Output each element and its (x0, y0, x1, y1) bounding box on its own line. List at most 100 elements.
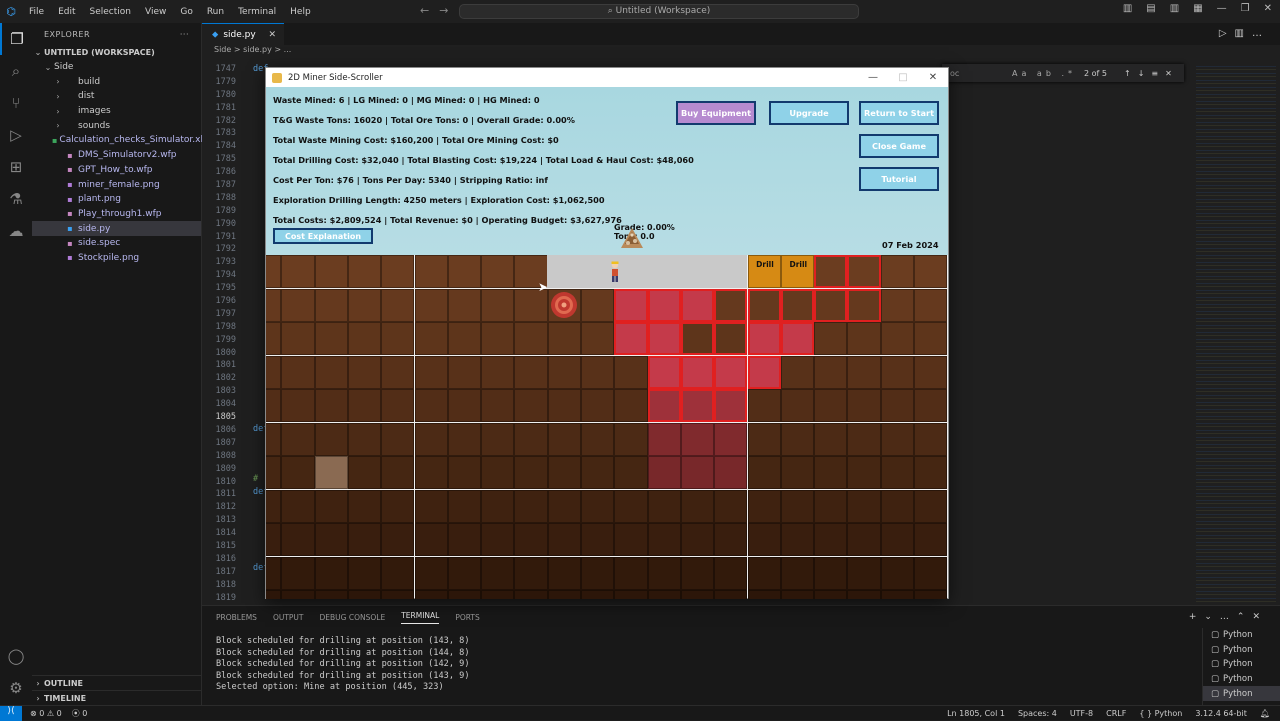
mine-block[interactable] (914, 322, 948, 356)
panel-tab[interactable]: TERMINAL (401, 611, 440, 624)
mine-block[interactable] (447, 523, 482, 557)
mine-block[interactable] (914, 456, 948, 490)
toggle-panel-icon[interactable]: ▤ (1146, 3, 1155, 14)
mine-block[interactable] (581, 590, 615, 599)
mine-block[interactable] (814, 590, 848, 599)
mine-block[interactable] (680, 523, 715, 557)
mine-block[interactable] (447, 590, 482, 599)
run-debug-icon[interactable]: ▷ (0, 119, 32, 151)
mine-block[interactable] (880, 456, 914, 490)
find-navigation[interactable]: ↑↓≡✕ (1124, 69, 1179, 78)
explorer-file[interactable]: ▪ GPT_How_to.wfp (32, 163, 201, 178)
mine-block[interactable] (547, 422, 581, 456)
mine-block[interactable] (581, 556, 615, 590)
drill-block[interactable]: Drill (780, 255, 815, 289)
explorer-file[interactable]: ▪ DMS_Simulatorv2.wfp (32, 148, 201, 163)
mine-block[interactable] (414, 456, 448, 490)
mine-block[interactable] (614, 389, 648, 423)
scheduled-block[interactable] (814, 255, 848, 289)
mine-block[interactable] (581, 288, 615, 322)
close-tab-icon[interactable]: ✕ (268, 30, 276, 40)
mine-block[interactable] (514, 456, 548, 490)
scheduled-block[interactable] (714, 322, 748, 356)
mine-block[interactable] (314, 355, 348, 389)
mine-block[interactable] (381, 389, 415, 423)
mine-block[interactable] (481, 389, 515, 423)
mine-block[interactable] (780, 355, 815, 389)
return-to-start-button[interactable]: Return to Start (859, 101, 939, 125)
mine-block[interactable] (680, 590, 715, 599)
find-input[interactable]: oc (942, 69, 1012, 78)
mine-block[interactable] (847, 456, 881, 490)
mine-block[interactable] (780, 422, 815, 456)
mine-block[interactable] (347, 556, 382, 590)
mine-block[interactable] (314, 389, 348, 423)
explorer-folder[interactable]: › images (32, 104, 201, 119)
mine-block[interactable] (614, 489, 648, 523)
mine-block[interactable] (281, 422, 315, 456)
minimize-icon[interactable]: — (1217, 3, 1227, 14)
mine-block[interactable] (547, 556, 581, 590)
terminal-instance[interactable]: ▢ Python (1203, 686, 1280, 701)
mine-block[interactable] (747, 422, 781, 456)
mine-block[interactable] (481, 322, 515, 356)
mine-block[interactable] (780, 389, 815, 423)
scheduled-block[interactable] (714, 422, 748, 456)
explorer-file[interactable]: ▪ Calculation_checks_Simulator.xlsx (32, 133, 213, 148)
mine-block[interactable] (780, 523, 815, 557)
mine-block[interactable] (814, 489, 848, 523)
nav-arrows[interactable]: ←→ (420, 4, 458, 17)
mine-block[interactable] (481, 556, 515, 590)
ports-status[interactable]: ⦿ 0 (72, 708, 88, 719)
maximize-panel-icon[interactable]: ⌃ (1237, 612, 1253, 622)
mine-block[interactable] (481, 456, 515, 490)
scheduled-block[interactable] (680, 389, 715, 423)
mine-block[interactable] (414, 523, 448, 557)
mine-block[interactable] (747, 590, 781, 599)
menu-go[interactable]: Go (173, 7, 199, 17)
mine-block[interactable] (814, 389, 848, 423)
new-terminal-icon[interactable]: +⌄ (1189, 612, 1220, 622)
mine-block[interactable] (847, 389, 881, 423)
menu-selection[interactable]: Selection (83, 7, 138, 17)
panel-tab[interactable]: DEBUG CONSOLE (320, 613, 386, 622)
terminal-instance[interactable]: ▢ Python (1203, 643, 1280, 658)
mine-block[interactable] (714, 523, 748, 557)
mine-block[interactable] (814, 355, 848, 389)
mine-block[interactable] (680, 556, 715, 590)
find-options[interactable]: Aa ab .* (1012, 69, 1076, 78)
terminal-output[interactable]: Block scheduled for drilling at position… (216, 636, 470, 694)
more-icon[interactable]: … (1252, 28, 1270, 39)
mine-block[interactable] (314, 288, 348, 322)
menu-run[interactable]: Run (200, 7, 231, 17)
mine-block[interactable] (347, 288, 382, 322)
mine-block[interactable] (447, 288, 482, 322)
mine-block[interactable] (880, 389, 914, 423)
more-actions-icon[interactable]: ··· (180, 30, 189, 39)
mine-block[interactable] (780, 489, 815, 523)
mine-block[interactable] (314, 255, 348, 289)
mine-block[interactable] (381, 456, 415, 490)
mine-block[interactable] (914, 355, 948, 389)
mine-block[interactable] (266, 355, 282, 389)
mine-block[interactable] (414, 255, 448, 289)
indentation[interactable]: Spaces: 4 (1018, 709, 1057, 718)
explorer-file[interactable]: ▪ Stockpile.png (32, 251, 201, 266)
cursor-position[interactable]: Ln 1805, Col 1 (947, 709, 1005, 718)
mine-block[interactable] (281, 456, 315, 490)
mine-block[interactable] (347, 456, 382, 490)
menu-edit[interactable]: Edit (51, 7, 82, 17)
scheduled-block[interactable] (680, 288, 715, 322)
notifications-icon[interactable]: 🔔︎ (1260, 709, 1270, 718)
mine-block[interactable] (581, 489, 615, 523)
mine-block[interactable] (314, 322, 348, 356)
mine-block[interactable] (414, 322, 448, 356)
mine-block[interactable] (381, 556, 415, 590)
mine-block[interactable] (414, 389, 448, 423)
mine-block[interactable] (481, 255, 515, 289)
mine-block[interactable] (880, 355, 914, 389)
mine-block[interactable] (581, 355, 615, 389)
mine-block[interactable] (281, 389, 315, 423)
scheduled-block[interactable] (647, 422, 681, 456)
mine-block[interactable] (914, 422, 948, 456)
